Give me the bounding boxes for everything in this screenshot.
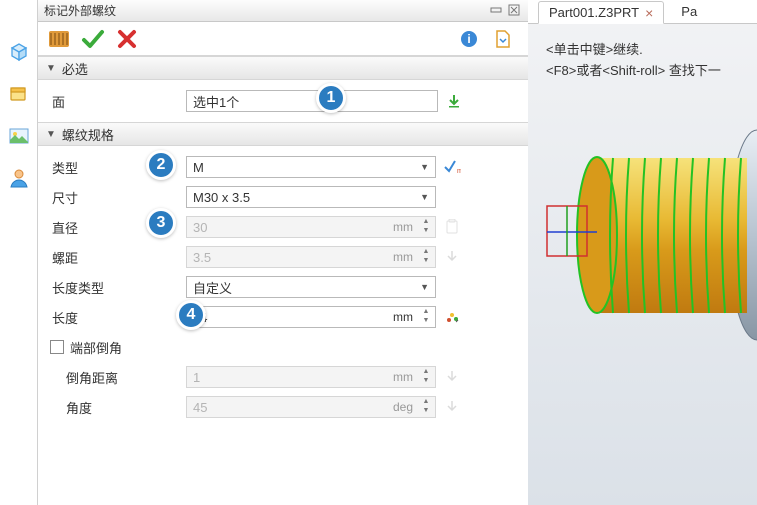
collapse-icon[interactable]	[490, 4, 504, 18]
end-chamfer-checkbox[interactable]	[50, 340, 64, 354]
callout-2: 2	[146, 150, 176, 180]
tab-pa[interactable]: Pa	[670, 0, 708, 23]
tool-user-icon[interactable]	[7, 166, 31, 190]
measure-icon	[442, 397, 462, 417]
length-input[interactable]: 24 mm ▲▼	[186, 306, 436, 328]
thread-preview-icon[interactable]	[44, 26, 74, 52]
section-required-body: 面 选中1个 1	[38, 80, 528, 122]
measure-icon	[442, 367, 462, 387]
chevron-down-icon: ▼	[420, 162, 429, 172]
row-diameter: 直径 30 mm ▲▼ 3	[46, 212, 522, 242]
type-select[interactable]: M ▼	[186, 156, 436, 178]
close-panel-icon[interactable]	[508, 4, 522, 18]
left-toolbar	[0, 0, 38, 505]
callout-1: 1	[316, 83, 346, 113]
face-label: 面	[46, 92, 186, 111]
lengthtype-label: 长度类型	[46, 278, 186, 297]
viewport-hints: <单击中键>继续. <F8>或者<Shift-roll> 查找下一	[546, 40, 721, 82]
callout-4: 4	[176, 300, 206, 330]
panel-titlebar: 标记外部螺纹	[38, 0, 528, 22]
close-icon[interactable]: ×	[645, 6, 653, 20]
pick-face-icon[interactable]	[444, 91, 464, 111]
tool-image-icon[interactable]	[7, 124, 31, 148]
publish-icon[interactable]	[488, 26, 518, 52]
hint-line2: <F8>或者<Shift-roll> 查找下一	[546, 61, 721, 82]
type-check-icon[interactable]: mm	[442, 157, 462, 177]
diameter-unit: mm	[393, 220, 413, 234]
section-threadspec[interactable]: ▼ 螺纹规格	[38, 122, 528, 146]
tool-box-icon[interactable]	[7, 82, 31, 106]
diameter-input: 30 mm ▲▼	[186, 216, 436, 238]
panel-title-text: 标记外部螺纹	[44, 2, 116, 19]
spin-up-icon[interactable]: ▲	[419, 308, 433, 317]
chamferdist-input: 1 mm ▲▼	[186, 366, 436, 388]
cancel-button[interactable]	[112, 26, 142, 52]
angle-input: 45 deg ▲▼	[186, 396, 436, 418]
length-unit: mm	[393, 310, 413, 324]
diameter-value: 30	[193, 220, 207, 235]
end-chamfer-label: 端部倒角	[70, 338, 122, 357]
spin-down-icon[interactable]: ▼	[419, 317, 433, 326]
section-threadspec-body: 类型 M ▼ mm 2 尺寸 M30 x 3.5 ▼ 直	[38, 146, 528, 428]
info-icon[interactable]: i	[454, 26, 484, 52]
tool-cube-icon[interactable]	[7, 40, 31, 64]
ok-button[interactable]	[78, 26, 108, 52]
clipboard-icon	[442, 217, 462, 237]
section-required[interactable]: ▼ 必选	[38, 56, 528, 80]
type-value: M	[193, 160, 204, 175]
chamferdist-value: 1	[193, 370, 200, 385]
section-threadspec-label: 螺纹规格	[62, 125, 114, 144]
pitch-label: 螺距	[46, 248, 186, 267]
chamferdist-unit: mm	[393, 370, 413, 384]
lengthtype-select[interactable]: 自定义 ▼	[186, 276, 436, 298]
tab-label: Part001.Z3PRT	[549, 5, 639, 20]
row-length-type: 长度类型 自定义 ▼	[46, 272, 522, 302]
row-angle: 角度 45 deg ▲▼	[46, 392, 522, 422]
chevron-down-icon: ▼	[420, 282, 429, 292]
action-row: i	[38, 22, 528, 56]
tab-label: Pa	[681, 4, 697, 19]
row-type: 类型 M ▼ mm 2	[46, 152, 522, 182]
angle-unit: deg	[393, 400, 413, 414]
threaded-cylinder-render	[528, 120, 757, 380]
row-size: 尺寸 M30 x 3.5 ▼	[46, 182, 522, 212]
callout-3: 3	[146, 208, 176, 238]
chamferdist-label: 倒角距离	[46, 368, 186, 387]
tab-part001[interactable]: Part001.Z3PRT ×	[538, 1, 664, 24]
size-select[interactable]: M30 x 3.5 ▼	[186, 186, 436, 208]
measure-icon	[442, 247, 462, 267]
pitch-unit: mm	[393, 250, 413, 264]
document-tabs: Part001.Z3PRT × Pa	[528, 0, 757, 24]
row-face: 面 选中1个 1	[46, 86, 522, 116]
row-pitch: 螺距 3.5 mm ▲▼	[46, 242, 522, 272]
svg-text:mm: mm	[457, 168, 461, 175]
property-panel: 标记外部螺纹 i ▼ 必选 面	[38, 0, 528, 505]
face-value: 选中1个	[193, 92, 239, 111]
pitch-input: 3.5 mm ▲▼	[186, 246, 436, 268]
row-chamfer-dist: 倒角距离 1 mm ▲▼	[46, 362, 522, 392]
lengthtype-value: 自定义	[193, 278, 232, 297]
viewport[interactable]: Part001.Z3PRT × Pa <单击中键>继续. <F8>或者<Shif…	[528, 0, 757, 505]
hint-line1: <单击中键>继续.	[546, 40, 721, 61]
angle-label: 角度	[46, 398, 186, 417]
triangle-down-icon: ▼	[46, 63, 56, 74]
row-length: 长度 24 mm ▲▼ 4	[46, 302, 522, 332]
size-label: 尺寸	[46, 188, 186, 207]
chevron-down-icon: ▼	[420, 192, 429, 202]
section-required-label: 必选	[62, 59, 88, 78]
svg-text:i: i	[467, 32, 470, 46]
size-value: M30 x 3.5	[193, 190, 250, 205]
face-selector[interactable]: 选中1个	[186, 90, 438, 112]
angle-value: 45	[193, 400, 207, 415]
pitch-value: 3.5	[193, 250, 211, 265]
length-label: 长度	[46, 308, 186, 327]
length-measure-icon[interactable]	[442, 307, 462, 327]
row-end-chamfer: 端部倒角	[46, 332, 522, 362]
triangle-down-icon: ▼	[46, 129, 56, 140]
